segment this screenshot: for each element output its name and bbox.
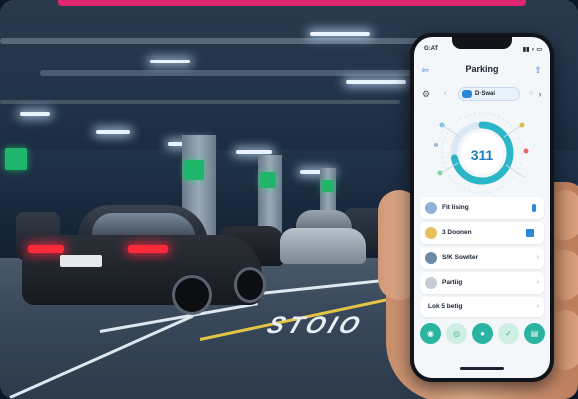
selector-chip-icon	[462, 90, 472, 98]
signal-icon	[526, 229, 534, 237]
chevron-right-icon[interactable]: ›	[534, 87, 546, 101]
floor-marking: STOIO	[263, 312, 368, 339]
location-icon	[425, 252, 437, 264]
share-icon[interactable]: ⇧	[532, 64, 544, 76]
ceiling-light	[96, 130, 130, 134]
ceiling-light	[346, 80, 406, 84]
chevron-right-icon: ›	[536, 303, 539, 310]
ceiling-pipe	[40, 70, 420, 76]
exit-sign	[260, 172, 276, 188]
accent-bar	[58, 0, 526, 6]
list-item[interactable]: S/K Sowiter ›	[420, 247, 544, 269]
smartphone: G:AT ▮▮ ◖ ▭ ⇦ Parking ⇧ ⚙ ‹ D·Swai ○ › 3…	[410, 33, 554, 382]
tab-bar: ◉ ◎ ● ✓ ▤	[418, 323, 546, 347]
page-title: Parking	[465, 64, 499, 74]
list-item[interactable]: 3 Doonen	[420, 222, 544, 244]
parking-icon	[425, 277, 437, 289]
ceiling-light	[20, 112, 50, 116]
car-icon[interactable]: ▤	[524, 323, 545, 344]
status-icons: ▮▮ ◖ ▭	[522, 47, 542, 53]
coin-icon	[425, 227, 437, 239]
gauge-value: 311	[470, 147, 494, 163]
option-list: Fit lising 3 Doonen S/K Sowiter › Partii…	[420, 197, 544, 297]
availability-gauge: 311	[430, 107, 534, 207]
chevron-right-icon: ›	[536, 279, 539, 286]
check-icon[interactable]: ✓	[498, 323, 519, 344]
list-item-label: S/K Sowiter	[442, 254, 479, 261]
exit-sign	[322, 180, 334, 192]
home-indicator	[460, 367, 504, 370]
list-item[interactable]: Lok 5 betig ›	[420, 297, 544, 317]
parked-car	[280, 210, 366, 266]
settings-icon[interactable]: ⚙	[420, 87, 432, 101]
chevron-right-icon: ›	[536, 254, 539, 261]
list-item[interactable]: Partiig ›	[420, 272, 544, 294]
list-item-label: Partiig	[442, 279, 463, 286]
date-selector: ⚙ ‹ D·Swai ○ ›	[420, 87, 544, 101]
ceiling-pipe	[0, 38, 420, 44]
list-item[interactable]: Fit lising	[420, 197, 544, 219]
ceiling-light	[236, 150, 272, 154]
user-icon[interactable]: ◉	[420, 323, 441, 344]
app-screen: G:AT ▮▮ ◖ ▭ ⇦ Parking ⇧ ⚙ ‹ D·Swai ○ › 3…	[414, 37, 550, 378]
app-header: ⇦ Parking ⇧	[414, 59, 550, 81]
exit-sign	[5, 148, 27, 170]
info-icon[interactable]: ◎	[446, 323, 467, 344]
status-time: G:AT	[424, 46, 439, 52]
list-item-label: Fit lising	[442, 204, 469, 211]
list-item-label: 3 Doonen	[442, 229, 472, 236]
exit-sign	[184, 160, 204, 180]
toggle-indicator[interactable]	[532, 204, 536, 212]
main-car	[22, 205, 266, 315]
list-item-label: Lok 5 betig	[428, 303, 463, 310]
ceiling-pipe	[0, 100, 400, 104]
selector-label: D·Swai	[475, 91, 496, 97]
photo-background: STOIO G:AT ▮▮ ◖ ▭ ⇦ Parking ⇧ ⚙ ‹ D·Swai…	[0, 0, 578, 399]
user-icon	[425, 202, 437, 214]
status-bar: G:AT ▮▮ ◖ ▭	[424, 46, 542, 56]
ceiling-light	[150, 60, 190, 63]
ceiling-light	[310, 32, 370, 36]
person-icon[interactable]: ●	[472, 323, 493, 344]
selector-pill[interactable]: D·Swai	[458, 87, 520, 101]
chevron-left-icon[interactable]: ‹	[438, 87, 452, 101]
